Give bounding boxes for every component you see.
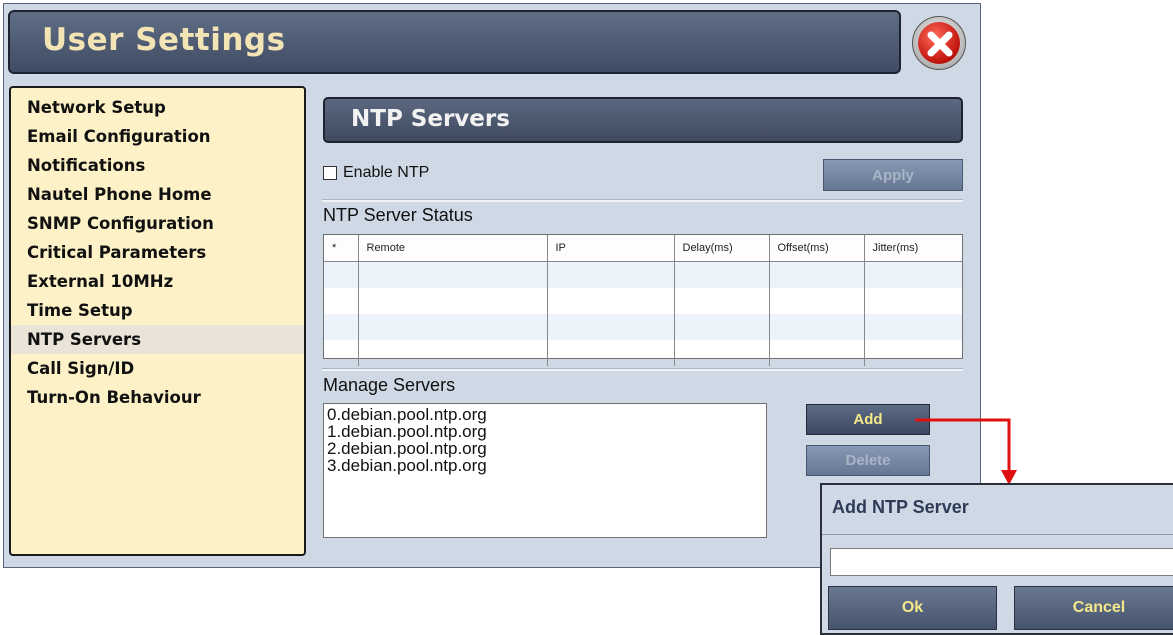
window-title: User Settings [42, 22, 286, 58]
ntp-status-table: * Remote IP Delay(ms) Offset(ms) Jitter(… [323, 234, 963, 366]
table-row [324, 314, 962, 340]
list-item[interactable]: 0.debian.pool.ntp.org [327, 406, 766, 423]
menu-item-call-sign-id[interactable]: Call Sign/ID [11, 354, 304, 383]
column-header-remote[interactable]: Remote [358, 235, 548, 262]
menu-item-snmp-configuration[interactable]: SNMP Configuration [11, 209, 304, 238]
column-header-jitter[interactable]: Jitter(ms) [864, 235, 962, 262]
list-item[interactable]: 2.debian.pool.ntp.org [327, 440, 766, 457]
menu-item-critical-parameters[interactable]: Critical Parameters [11, 238, 304, 267]
section-header: NTP Servers [323, 97, 963, 143]
close-x-icon [927, 31, 953, 57]
delete-button[interactable]: Delete [806, 445, 930, 476]
menu-item-external-10mhz[interactable]: External 10MHz [11, 267, 304, 296]
list-item[interactable]: 1.debian.pool.ntp.org [327, 423, 766, 440]
server-list[interactable]: 0.debian.pool.ntp.org 1.debian.pool.ntp.… [323, 403, 767, 538]
enable-ntp-label: Enable NTP [343, 164, 430, 181]
divider [322, 368, 963, 371]
apply-button[interactable]: Apply [823, 159, 963, 191]
menu-item-time-setup[interactable]: Time Setup [11, 296, 304, 325]
dialog-divider [822, 534, 1173, 535]
menu-item-turn-on-behaviour[interactable]: Turn-On Behaviour [11, 383, 304, 412]
column-header-delay[interactable]: Delay(ms) [674, 235, 770, 262]
menu-item-network-setup[interactable]: Network Setup [11, 93, 304, 122]
column-header-offset[interactable]: Offset(ms) [769, 235, 865, 262]
settings-menu: Network Setup Email Configuration Notifi… [9, 86, 306, 556]
title-bar: User Settings [8, 10, 901, 74]
server-address-input[interactable] [830, 548, 1173, 576]
enable-ntp-checkbox[interactable]: Enable NTP [323, 163, 429, 183]
manage-servers-label: Manage Servers [323, 375, 456, 395]
cancel-button[interactable]: Cancel [1014, 586, 1173, 630]
menu-item-email-configuration[interactable]: Email Configuration [11, 122, 304, 151]
menu-item-ntp-servers[interactable]: NTP Servers [11, 325, 304, 354]
add-ntp-server-dialog: Add NTP Server Ok Cancel [820, 483, 1173, 635]
column-header-ip[interactable]: IP [547, 235, 675, 262]
divider [322, 199, 963, 202]
table-row [324, 288, 962, 314]
section-title: NTP Servers [351, 106, 510, 132]
ntp-status-label: NTP Server Status [323, 205, 473, 225]
close-button[interactable] [912, 16, 966, 70]
add-button[interactable]: Add [806, 404, 930, 435]
column-header-star[interactable]: * [324, 235, 359, 262]
table-row [324, 340, 962, 366]
ok-button[interactable]: Ok [828, 586, 997, 630]
checkbox-box[interactable] [323, 166, 337, 180]
menu-item-notifications[interactable]: Notifications [11, 151, 304, 180]
menu-item-nautel-phone-home[interactable]: Nautel Phone Home [11, 180, 304, 209]
list-item[interactable]: 3.debian.pool.ntp.org [327, 457, 766, 474]
dialog-title: Add NTP Server [832, 497, 969, 517]
table-header-row: * Remote IP Delay(ms) Offset(ms) Jitter(… [324, 235, 962, 262]
table-row [324, 261, 962, 288]
